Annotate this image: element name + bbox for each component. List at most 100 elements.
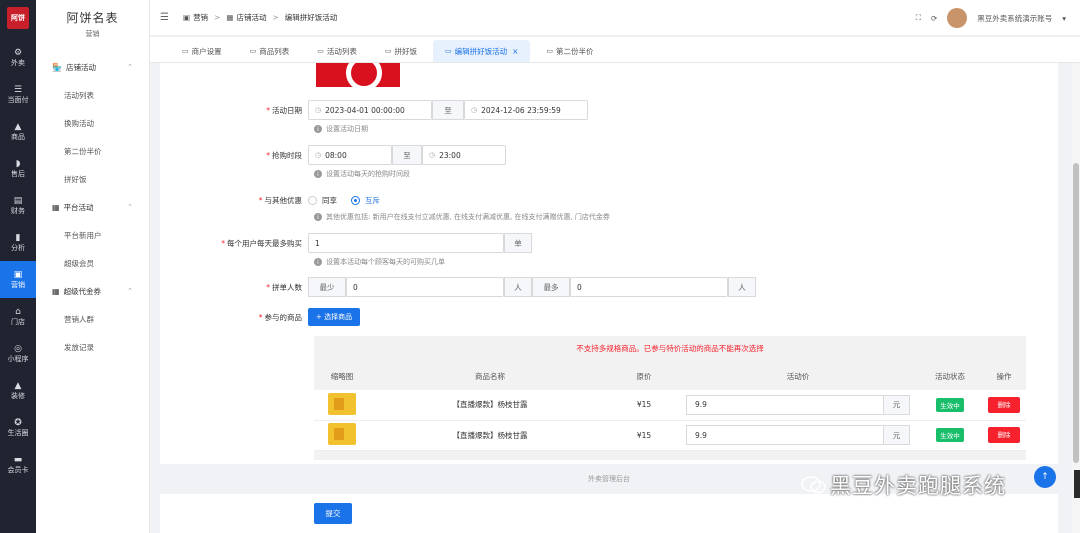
headset-icon: ◗ <box>15 158 21 169</box>
col-name: 商品名称 <box>370 362 610 390</box>
tab-merchant-settings[interactable]: ▭ 商户设置 <box>170 40 234 62</box>
limit-row: * 每个用户每天最多购买 1 单 <box>150 233 532 253</box>
refresh-icon[interactable]: ⟳ <box>931 14 937 23</box>
info-icon: i <box>314 170 322 178</box>
max-group-input[interactable]: 0 <box>570 277 728 297</box>
store-icon: ⌂ <box>15 306 21 317</box>
scrollbar-thumb[interactable] <box>1073 163 1079 463</box>
tab-edit-group-meal[interactable]: ▭ 编辑拼好饭活动 × <box>433 40 531 62</box>
avatar[interactable] <box>947 8 968 28</box>
min-label: 最少 <box>308 277 346 297</box>
rail-item-pay[interactable]: ☰ 当面付 <box>0 76 36 113</box>
rail-item-aftersale[interactable]: ◗ 售后 <box>0 150 36 187</box>
rail-item-analysis[interactable]: ▮ 分析 <box>0 224 36 261</box>
tab-second-half[interactable]: ▭ 第二份半价 <box>534 40 605 62</box>
activity-poster-image <box>316 63 400 91</box>
min-group-input[interactable]: 0 <box>346 277 504 297</box>
date-start-input[interactable]: ◷ 2023-04-01 00:00:00 <box>308 100 432 120</box>
submenu-item-audience[interactable]: 营销人群 <box>36 305 149 333</box>
breadcrumb-item[interactable]: 店铺活动 <box>236 12 266 23</box>
shop-name: 阿饼名表 <box>66 11 119 25</box>
col-status: 活动状态 <box>918 362 982 390</box>
activity-price-input[interactable]: 9.9 元 <box>686 425 910 445</box>
rail-item-circle[interactable]: ✪ 生活圈 <box>0 409 36 446</box>
time-label: * 抢购时段 <box>266 150 302 160</box>
submenu-item-second-half[interactable]: 第二份半价 <box>36 137 149 165</box>
rail-label: 财务 <box>11 206 25 215</box>
account-name[interactable]: 黑豆外卖系统演示账号 <box>977 13 1052 24</box>
submenu-item-group-meal[interactable]: 拼好饭 <box>36 165 149 193</box>
time-to-addon: 至 <box>392 145 422 165</box>
goods-price: ¥15 <box>610 390 678 421</box>
share-hint: i 其他优惠包括: 新用户在线支付立减优惠, 在线支付满减优惠, 在线支付满赠优惠… <box>314 212 610 222</box>
page-icon: ▭ <box>546 47 554 55</box>
radio-share[interactable]: 同享 <box>308 195 337 206</box>
group-size-label: * 拼单人数 <box>266 282 302 292</box>
share-label: * 与其他优惠 <box>258 195 302 205</box>
submenu-group-shop-activity[interactable]: 🏪 店铺活动 ⌃ <box>36 53 149 81</box>
collapse-menu-icon[interactable]: ☰ <box>160 12 169 23</box>
chevron-up-icon: ⌃ <box>127 63 133 71</box>
takeout-icon: ⚙ <box>13 47 23 58</box>
time-start-input[interactable]: ◷ 08:00 <box>308 145 392 165</box>
limit-label: * 每个用户每天最多购买 <box>221 238 302 248</box>
tab-activity-list[interactable]: ▭ 活动列表 <box>305 40 369 62</box>
rail-label: 商品 <box>11 132 25 141</box>
page-tabs: ▭ 商户设置 ▭ 商品列表 ▭ 活动列表 ▭ 拼好饭 ▭ 编辑拼好饭活动 × ▭ 第二份半价 <box>150 37 1080 63</box>
submenu-item-activity-list[interactable]: 活动列表 <box>36 81 149 109</box>
clock-icon: ◷ <box>315 106 322 114</box>
share-row: * 与其他优惠 同享 互斥 <box>150 190 394 210</box>
side-handle[interactable] <box>1074 470 1080 498</box>
rail-label: 门店 <box>11 317 25 326</box>
rail-item-takeout[interactable]: ⚙ 外卖 <box>0 39 36 76</box>
page-scrollbar[interactable] <box>1072 63 1080 533</box>
rail-item-miniapp[interactable]: ◎ 小程序 <box>0 335 36 372</box>
table-row: 【直播爆款】杨枝甘露 ¥15 9.9 元 生效中 删除 <box>314 420 1026 451</box>
rail-label: 营销 <box>11 280 25 289</box>
clock-icon: ◷ <box>315 151 322 159</box>
marketing-icon: ▣ <box>13 269 23 280</box>
shop-icon: ▦ <box>226 13 234 22</box>
rail-item-finance[interactable]: ▤ 财务 <box>0 187 36 224</box>
time-row: * 抢购时段 ◷ 08:00 至 ◷ 23:00 <box>150 145 506 165</box>
rail-item-decorate[interactable]: ▲ 装修 <box>0 372 36 409</box>
date-end-input[interactable]: ◷ 2024-12-06 23:59:59 <box>464 100 588 120</box>
breadcrumb-item[interactable]: 营销 <box>193 12 208 23</box>
submenu-group-super-coupon[interactable]: ▦ 超级代金券 ⌃ <box>36 277 149 305</box>
rail-item-marketing[interactable]: ▣ 营销 <box>0 261 36 298</box>
shop-icon: 🏪 <box>52 62 62 72</box>
delete-button[interactable]: 删除 <box>988 396 1020 413</box>
date-label: * 活动日期 <box>266 105 302 115</box>
page-icon: ▭ <box>249 47 257 55</box>
select-goods-button[interactable]: + 选择商品 <box>308 308 361 326</box>
info-icon: i <box>314 125 322 133</box>
goods-name: 【直播爆款】杨枝甘露 <box>370 420 610 451</box>
tab-group-meal[interactable]: ▭ 拼好饭 <box>373 40 429 62</box>
fullscreen-icon[interactable]: ⛶ <box>916 13 921 23</box>
rail-item-store[interactable]: ⌂ 门店 <box>0 298 36 335</box>
submenu-item-super-member[interactable]: 超级会员 <box>36 249 149 277</box>
radio-exclusive[interactable]: 互斥 <box>351 195 380 206</box>
rail-item-card[interactable]: ▬ 会员卡 <box>0 446 36 483</box>
status-badge: 生效中 <box>936 428 964 442</box>
tab-goods-list[interactable]: ▭ 商品列表 <box>238 40 302 62</box>
submenu-item-exchange[interactable]: 换购活动 <box>36 109 149 137</box>
rail-label: 售后 <box>11 169 25 178</box>
close-icon[interactable]: × <box>512 47 518 56</box>
activity-price-input[interactable]: 9.9 元 <box>686 394 910 415</box>
rail-item-goods[interactable]: ▲ 商品 <box>0 113 36 150</box>
submenu-item-issue-record[interactable]: 发放记录 <box>36 333 149 361</box>
submenu-group-platform-activity[interactable]: ▦ 平台活动 ⌃ <box>36 193 149 221</box>
chevron-down-icon[interactable]: ▾ <box>1062 14 1066 23</box>
max-unit: 人 <box>728 277 756 297</box>
limit-input[interactable]: 1 <box>308 233 504 253</box>
goods-thumbnail <box>328 423 356 445</box>
coupon-icon: ▦ <box>52 286 60 296</box>
card-icon: ▬ <box>13 454 23 465</box>
delete-button[interactable]: 删除 <box>988 427 1020 443</box>
submenu-item-new-user[interactable]: 平台新用户 <box>36 221 149 249</box>
tab-label: 活动列表 <box>326 46 357 56</box>
submit-button[interactable]: 提交 <box>314 503 352 524</box>
time-end-input[interactable]: ◷ 23:00 <box>422 145 506 165</box>
back-to-top-button[interactable]: ↑ <box>1034 466 1056 488</box>
